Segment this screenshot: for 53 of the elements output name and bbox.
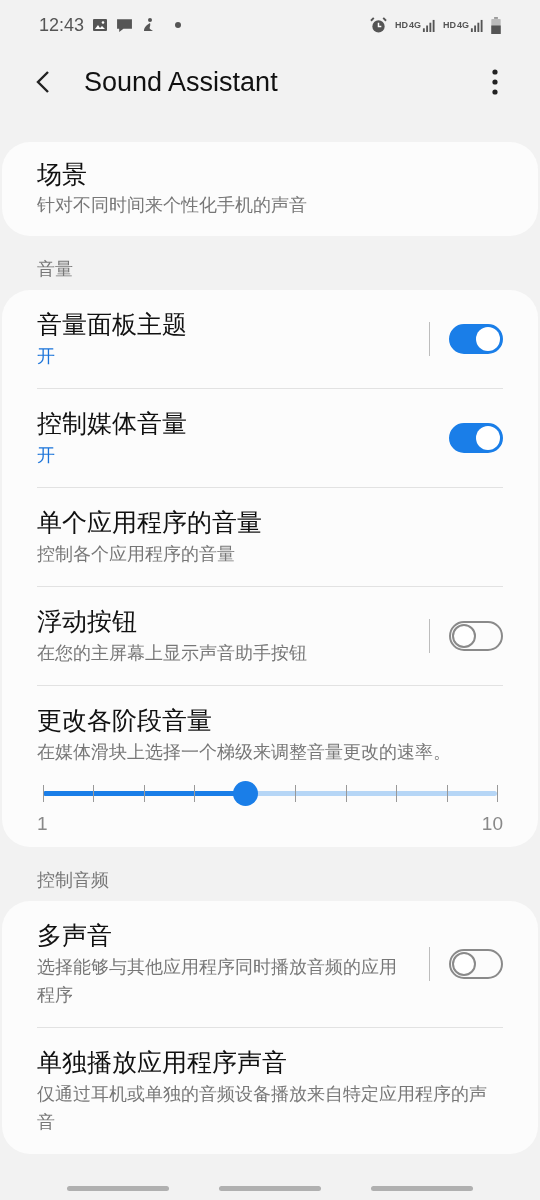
setting-subtitle: 开: [37, 345, 56, 368]
setting-title: 音量面板主题: [37, 309, 188, 340]
slider-max-label: 10: [481, 812, 503, 836]
more-options-button[interactable]: [490, 68, 500, 96]
setting-subtitle: 开: [37, 444, 56, 467]
setting-row[interactable]: 更改各阶段音量 在媒体滑块上选择一个梯级来调整音量更改的速率。 1 10: [37, 686, 503, 847]
dot-icon: [175, 22, 182, 28]
navigation-handle[interactable]: [371, 1185, 473, 1191]
slider-thumb[interactable]: [232, 781, 258, 806]
toggle-switch[interactable]: [449, 621, 503, 651]
back-icon: [36, 70, 50, 94]
more-icon: [492, 69, 498, 95]
toggle-switch[interactable]: [449, 324, 503, 354]
setting-row[interactable]: 单个应用程序的音量 控制各个应用程序的音量: [37, 488, 503, 587]
setting-subtitle: 在您的主屏幕上显示声音助手按钮: [37, 642, 308, 665]
message-icon: [116, 16, 134, 34]
setting-row[interactable]: 多声音 选择能够与其他应用程序同时播放音频的应用程序: [37, 900, 503, 1028]
setting-title: 控制媒体音量: [37, 408, 188, 439]
item-subtitle: 针对不同时间来个性化手机的声音: [37, 194, 308, 217]
setting-row[interactable]: 浮动按钮 在您的主屏幕上显示声音助手按钮: [37, 587, 503, 686]
setting-subtitle: 控制各个应用程序的音量: [37, 543, 236, 566]
setting-row[interactable]: 单独播放应用程序声音 仅通过耳机或单独的音频设备播放来自特定应用程序的声音: [37, 1027, 503, 1154]
toggle-switch[interactable]: [449, 948, 503, 979]
navigation-handle[interactable]: [67, 1185, 169, 1191]
setting-title: 更改各阶段音量: [37, 705, 213, 736]
setting-subtitle: 仅通过耳机或单独的音频设备播放来自特定应用程序的声音: [37, 1082, 488, 1134]
scene-item[interactable]: 场景 针对不同时间来个性化手机的声音: [2, 142, 538, 236]
signal-icon: [422, 18, 435, 32]
toggle-switch[interactable]: [449, 423, 503, 453]
setting-row[interactable]: 控制媒体音量 开: [37, 389, 503, 488]
image-icon: [92, 17, 109, 33]
page-title: Sound Assistant: [84, 65, 279, 99]
network-label: HD: [443, 20, 456, 30]
alarm-icon: [369, 16, 387, 34]
slider-min-label: 1: [37, 812, 48, 836]
setting-title: 多声音: [37, 919, 113, 951]
slider-track[interactable]: [43, 791, 497, 796]
section-header: 控制音频: [36, 868, 110, 892]
battery-icon: [491, 16, 501, 34]
setting-subtitle: 在媒体滑块上选择一个梯级来调整音量更改的速率。: [37, 741, 452, 764]
signal-icon: [470, 18, 483, 32]
setting-row[interactable]: 音量面板主题 开: [37, 290, 503, 389]
setting-title: 浮动按钮: [37, 606, 138, 637]
setting-title: 单独播放应用程序声音: [37, 1046, 288, 1078]
navigation-handle[interactable]: [219, 1185, 321, 1191]
network-label: HD: [394, 20, 408, 30]
setting-subtitle: 选择能够与其他应用程序同时播放音频的应用程序: [37, 955, 398, 1007]
clock-time: 12:43: [39, 13, 85, 37]
section-header: 音量: [36, 258, 74, 281]
setting-title: 单个应用程序的音量: [37, 507, 263, 538]
item-title: 场景: [37, 159, 88, 190]
network-label: 4G: [457, 20, 469, 30]
network-label: 4G: [408, 20, 421, 30]
